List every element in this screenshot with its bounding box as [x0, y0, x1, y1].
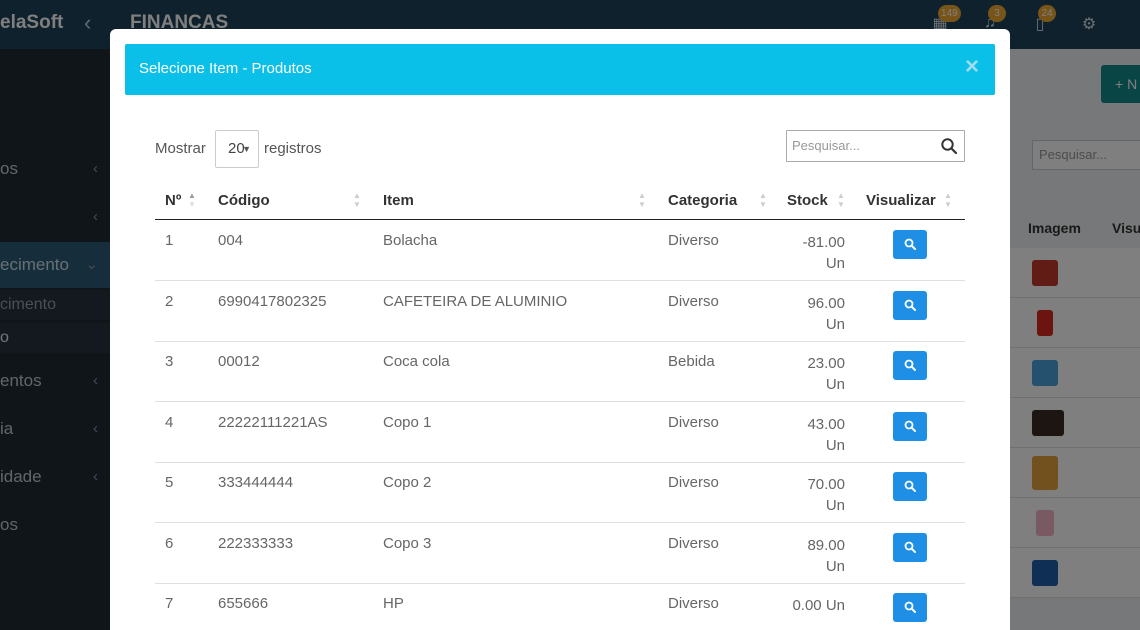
search-icon	[904, 541, 916, 553]
cell-stock: 70.00 Un	[765, 474, 845, 516]
cell-stock: 0.00 Un	[765, 595, 845, 616]
column-header-item[interactable]: Item	[383, 182, 414, 220]
search-input[interactable]: Pesquisar...	[786, 130, 965, 162]
cell-number: 1	[165, 232, 174, 249]
stock-value: 43.00	[807, 415, 845, 433]
search-icon	[904, 480, 916, 492]
cell-stock: 96.00 Un	[765, 293, 845, 335]
search-icon	[904, 420, 916, 432]
cell-stock: -81.00 Un	[765, 232, 845, 274]
close-icon[interactable]: ×	[965, 55, 979, 79]
stock-unit: Un	[825, 315, 845, 333]
search-icon	[904, 299, 916, 311]
cell-item: Copo 2	[383, 474, 432, 491]
search-icon	[904, 601, 916, 613]
search-icon	[904, 238, 916, 250]
view-button[interactable]	[893, 230, 927, 259]
stock-value: 89.00	[807, 536, 845, 554]
modal-title: Selecione Item - Produtos	[139, 60, 312, 77]
view-button[interactable]	[893, 472, 927, 501]
cell-number: 3	[165, 353, 174, 370]
table-row[interactable]: 4 22222111221AS Copo 1 Diverso 43.00 Un	[155, 402, 965, 463]
view-button[interactable]	[893, 351, 927, 380]
stock-unit: Un	[825, 376, 845, 393]
stock-value: 0.00 Un	[792, 597, 845, 614]
cell-number: 7	[165, 595, 174, 612]
sort-icon[interactable]: ▲ ▼	[638, 191, 646, 209]
cell-item: Bolacha	[383, 232, 438, 249]
cell-number: 4	[165, 413, 174, 431]
cell-categoria: Diverso	[668, 232, 719, 249]
cell-categoria: Diverso	[668, 474, 719, 491]
dropdown-caret-icon: ▼	[242, 144, 251, 154]
sort-icon[interactable]: ▲ ▼	[188, 191, 196, 209]
stock-value: 23.00	[807, 355, 845, 372]
column-header-stock[interactable]: Stock	[787, 182, 828, 220]
cell-categoria: Diverso	[668, 413, 719, 431]
column-header-categoria[interactable]: Categoria	[668, 182, 737, 220]
column-header-codigo[interactable]: Código	[218, 182, 270, 220]
cell-number: 2	[165, 292, 174, 310]
length-suffix-label: registros	[264, 140, 322, 157]
cell-codigo: 22222111221AS	[218, 413, 328, 431]
cell-codigo: 6990417802325	[218, 292, 327, 310]
column-header-visualizar[interactable]: Visualizar	[866, 182, 936, 220]
sort-icon[interactable]: ▲ ▼	[944, 191, 952, 209]
table-row[interactable]: 1 004 Bolacha Diverso -81.00 Un	[155, 220, 965, 281]
cell-item: Coca cola	[383, 353, 450, 370]
cell-item: Copo 1	[383, 413, 432, 431]
search-placeholder: Pesquisar...	[792, 138, 860, 153]
cell-categoria: Diverso	[668, 292, 719, 310]
cell-categoria: Bebida	[668, 353, 715, 370]
table-row[interactable]: 7 655666 HP Diverso 0.00 Un	[155, 583, 965, 630]
table-row[interactable]: 5 333444444 Copo 2 Diverso 70.00 Un	[155, 462, 965, 523]
table-row[interactable]: 2 6990417802325 CAFETEIRA DE ALUMINIO Diver…	[155, 281, 965, 342]
table-row[interactable]: 6 222333333 Copo 3 Diverso 89.00 Un	[155, 523, 965, 584]
cell-number: 5	[165, 474, 174, 491]
cell-stock: 23.00 Un	[765, 353, 845, 395]
cell-categoria: Diverso	[668, 534, 719, 552]
cell-item: Copo 3	[383, 534, 432, 552]
page-length-select[interactable]: 20 ▼	[215, 130, 259, 168]
sort-icon[interactable]: ▲ ▼	[759, 191, 767, 209]
select-product-modal: Selecione Item - Produtos × Mostrar 20 ▼…	[110, 29, 1010, 630]
view-button[interactable]	[893, 532, 927, 562]
stock-unit: Un	[825, 436, 845, 454]
stock-value: -81.00	[802, 234, 845, 251]
view-button[interactable]	[893, 290, 927, 320]
cell-stock: 43.00 Un	[765, 414, 845, 456]
stock-unit: Un	[825, 497, 845, 514]
column-header-number[interactable]: Nº	[165, 182, 181, 220]
length-prefix-label: Mostrar	[155, 140, 206, 157]
search-icon	[904, 359, 916, 371]
cell-codigo: 333444444	[218, 474, 294, 491]
cell-categoria: Diverso	[668, 595, 719, 612]
cell-stock: 89.00 Un	[765, 535, 845, 577]
stock-unit: Un	[825, 557, 845, 575]
cell-codigo: 655666	[218, 595, 269, 612]
stock-value: 70.00	[807, 476, 845, 493]
cell-codigo: 222333333	[218, 534, 294, 552]
cell-codigo: 004	[218, 232, 244, 249]
stock-value: 96.00	[807, 294, 845, 312]
cell-codigo: 00012	[218, 353, 260, 370]
modal-header: Selecione Item - Produtos ×	[125, 44, 995, 95]
search-icon	[941, 138, 958, 155]
cell-number: 6	[165, 534, 174, 552]
cell-item: CAFETEIRA DE ALUMINIO	[383, 292, 568, 310]
sort-icon[interactable]: ▲ ▼	[353, 191, 361, 209]
stock-unit: Un	[825, 255, 845, 272]
table-row[interactable]: 3 00012 Coca cola Bebida 23.00 Un	[155, 341, 965, 402]
sort-icon[interactable]: ▲ ▼	[837, 191, 845, 209]
cell-item: HP	[383, 595, 404, 612]
view-button[interactable]	[893, 411, 927, 441]
view-button[interactable]	[893, 593, 927, 622]
